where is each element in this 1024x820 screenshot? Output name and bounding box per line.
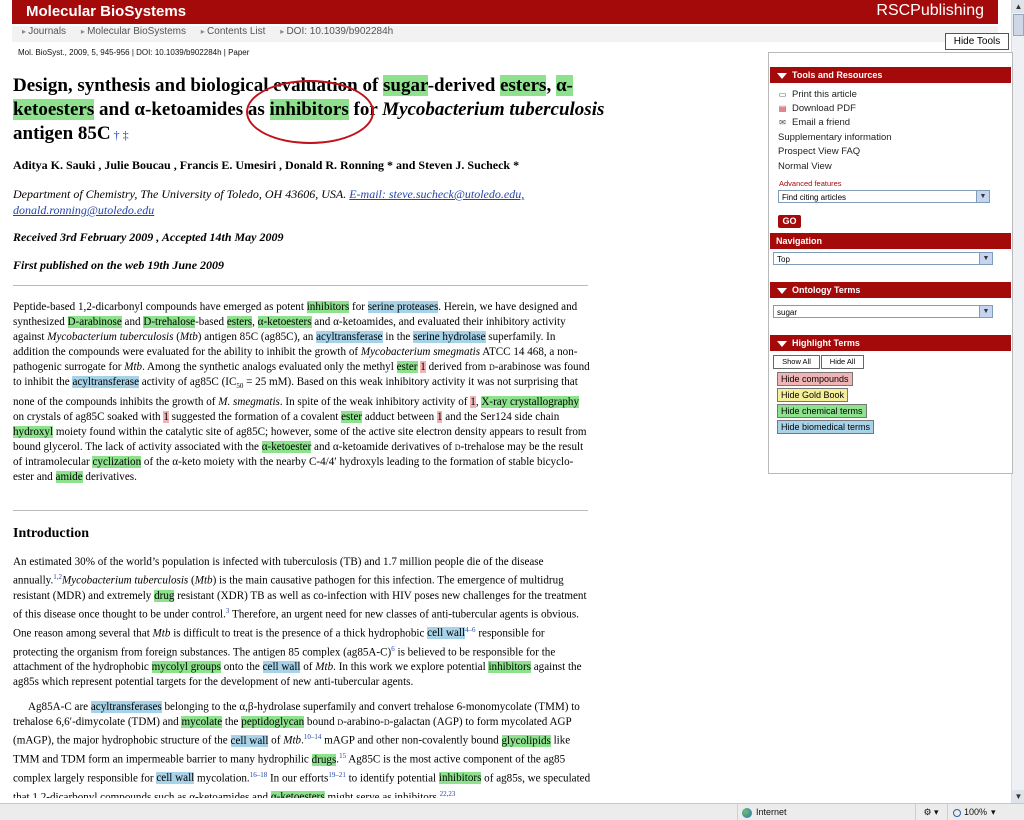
annotation-circle	[246, 80, 374, 144]
publisher-logo[interactable]: RSCPublishing	[876, 2, 984, 20]
chevron-down-icon: ▼	[979, 306, 992, 317]
intro-paragraph-1: An estimated 30% of the world’s populati…	[13, 556, 587, 689]
title-term-esters[interactable]: esters	[500, 75, 547, 96]
security-zone[interactable]: Internet	[737, 804, 914, 820]
advanced-features-label: Advanced features	[779, 179, 842, 188]
printer-icon: ▭	[778, 89, 787, 99]
highlight-terms-header[interactable]: Highlight Terms	[770, 335, 1011, 351]
scroll-up-arrow-icon[interactable]: ▲	[1012, 0, 1024, 13]
title-term-sugar[interactable]: sugar	[383, 75, 428, 96]
prospect-faq-link[interactable]: Prospect View FAQ	[778, 146, 860, 157]
section-heading-introduction: Introduction	[13, 526, 89, 541]
divider	[13, 510, 588, 511]
show-all-button[interactable]: Show All	[773, 355, 820, 369]
author-list: Aditya K. Sauki , Julie Boucau , Francis…	[13, 158, 520, 172]
journal-header-bar: Molecular BioSystems RSCPublishing	[12, 0, 998, 24]
divider	[13, 285, 588, 286]
title-footnote-marks[interactable]: † ‡	[114, 128, 129, 142]
hide-compounds-button[interactable]: Hide compounds	[777, 372, 853, 386]
scroll-down-arrow-icon[interactable]: ▼	[1012, 790, 1024, 803]
received-date: Received 3rd February 2009 , Accepted 14…	[13, 230, 284, 244]
tools-panel: Tools and Resources ▭ Print this article …	[768, 52, 1013, 474]
hide-all-button[interactable]: Hide All	[821, 355, 864, 369]
print-article-link[interactable]: ▭ Print this article	[778, 89, 857, 100]
affiliation: Department of Chemistry, The University …	[13, 187, 525, 217]
collapse-triangle-icon	[777, 72, 787, 79]
chevron-down-icon: ▼	[976, 191, 989, 202]
email-friend-link[interactable]: ✉ Email a friend	[778, 117, 850, 128]
browser-status-bar: Internet ⚙ ▾ 100% ▾	[0, 803, 1024, 820]
download-pdf-link[interactable]: ▤ Download PDF	[778, 103, 856, 114]
zoom-level-control[interactable]: 100% ▾	[947, 804, 1017, 820]
breadcrumb-journals[interactable]: ▸ Journals	[22, 26, 66, 37]
breadcrumb-doi: ▸ DOI: 10.1039/b902284h	[280, 26, 394, 37]
ontology-select[interactable]: sugar ▼	[773, 305, 993, 318]
hide-biomedical-terms-button[interactable]: Hide biomedical terms	[777, 420, 875, 434]
breadcrumb-journal[interactable]: ▸ Molecular BioSystems	[81, 26, 186, 37]
collapse-triangle-icon	[777, 287, 787, 294]
globe-icon	[742, 807, 752, 818]
normal-view-link[interactable]: Normal View	[778, 161, 832, 172]
journal-title[interactable]: Molecular BioSystems	[26, 3, 186, 20]
hide-chemical-terms-button[interactable]: Hide chemical terms	[777, 404, 867, 418]
navigation-header: Navigation	[770, 233, 1011, 249]
chevron-down-icon: ▾	[991, 807, 996, 817]
citation-line: Mol. BioSyst., 2009, 5, 945-956 | DOI: 1…	[18, 48, 250, 57]
advanced-features-select[interactable]: Find citing articles ▼	[778, 190, 990, 203]
breadcrumb: ▸ Journals ▸ Molecular BioSystems ▸ Cont…	[12, 26, 998, 42]
hide-gold-book-button[interactable]: Hide Gold Book	[777, 388, 849, 402]
chevron-down-icon: ▼	[979, 253, 992, 264]
envelope-icon: ✉	[779, 117, 786, 127]
breadcrumb-contents-list[interactable]: ▸ Contents List	[201, 26, 266, 37]
protected-mode-toggle[interactable]: ⚙ ▾	[915, 804, 946, 820]
ontology-terms-header[interactable]: Ontology Terms	[770, 282, 1011, 298]
settings-arrow-icon: ⚙ ▾	[923, 807, 939, 817]
supplementary-info-link[interactable]: Supplementary information	[778, 132, 892, 143]
collapse-triangle-icon	[777, 340, 787, 347]
published-date: First published on the web 19th June 200…	[13, 258, 225, 272]
hide-tools-button[interactable]: Hide Tools	[945, 33, 1009, 50]
zoom-icon	[953, 808, 961, 817]
navigation-select[interactable]: Top ▼	[773, 252, 993, 265]
intro-paragraph-2: Ag85A-C are acyltransferases belonging t…	[13, 700, 591, 798]
scroll-thumb[interactable]	[1013, 14, 1024, 36]
pdf-icon: ▤	[778, 103, 787, 113]
tools-resources-header[interactable]: Tools and Resources	[770, 67, 1011, 83]
go-button[interactable]: GO	[778, 215, 801, 228]
abstract-text: Peptide-based 1,2-dicarbonyl compounds h…	[13, 301, 590, 484]
